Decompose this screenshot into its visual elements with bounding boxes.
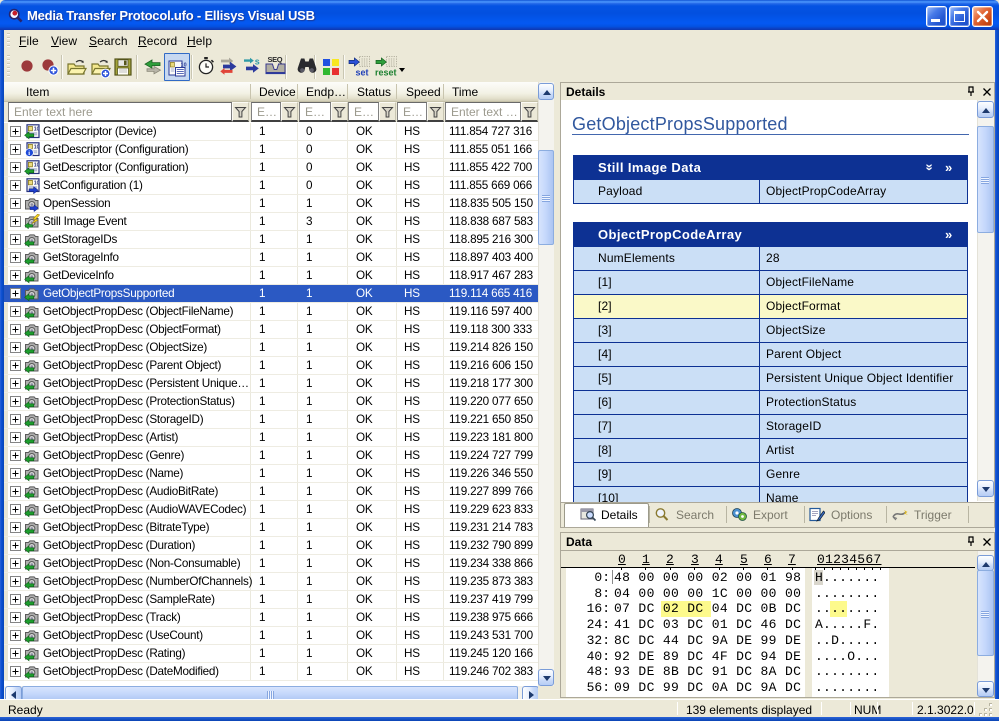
svg-text:10: 10: [34, 180, 40, 186]
svg-text:SEQ: SEQ: [268, 55, 283, 64]
svg-text:10: 10: [34, 126, 40, 132]
svg-text:i: i: [28, 150, 30, 157]
svg-text:10: 10: [34, 144, 40, 150]
svg-text:reset: reset: [375, 68, 397, 78]
svg-text:10: 10: [34, 162, 40, 168]
svg-text:set: set: [356, 68, 369, 78]
